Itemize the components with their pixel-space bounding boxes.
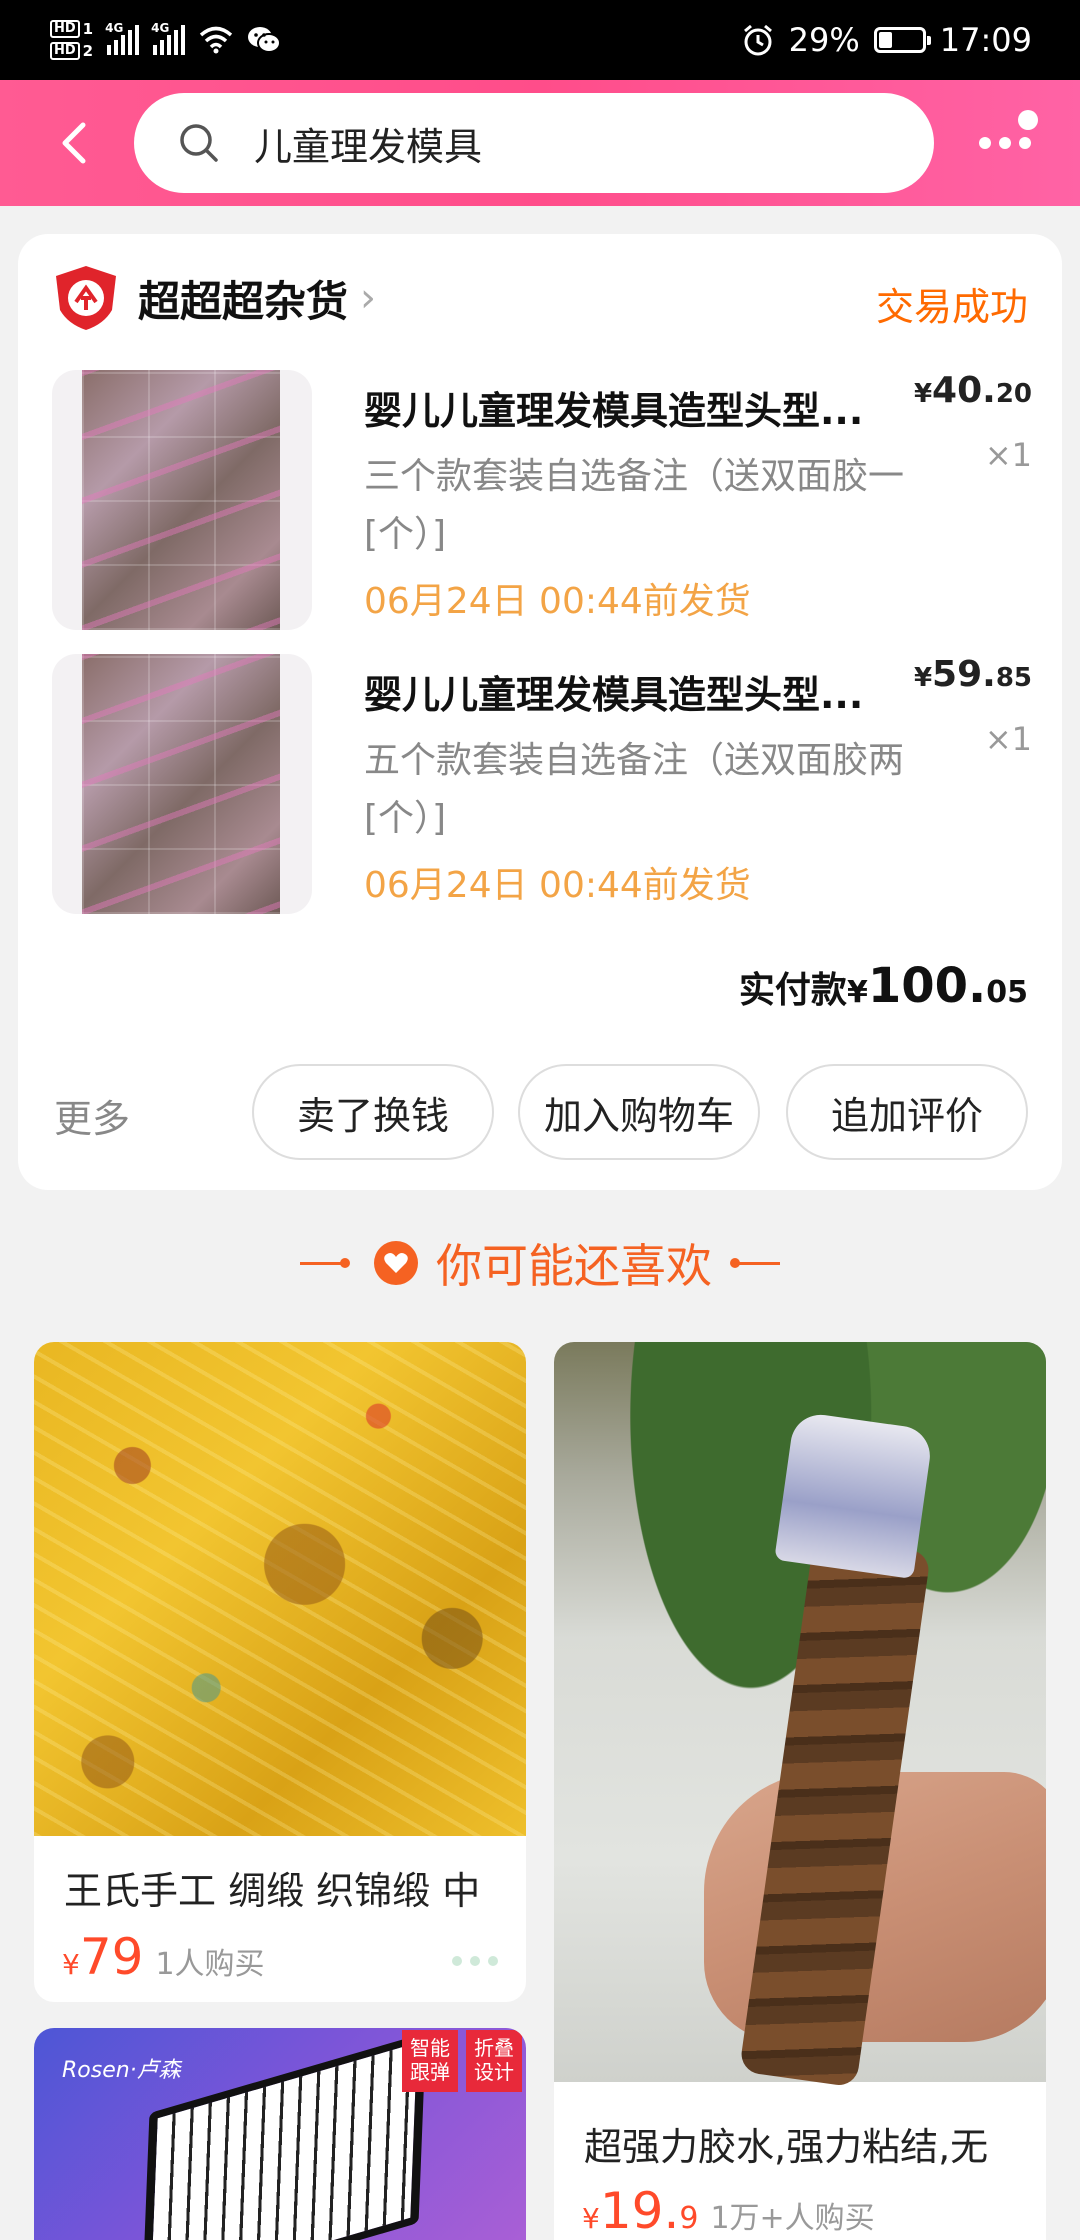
- hd-label-2: HD: [50, 42, 80, 60]
- heart-icon: [374, 1241, 418, 1285]
- network-type-2: 4G: [151, 21, 170, 35]
- sold-count: 1人购买: [155, 1947, 265, 1982]
- brand-logo: Rosen·卢森: [62, 2058, 181, 2083]
- status-right: 29% 17:09: [741, 21, 1032, 59]
- sold-count: 1万+人购买: [710, 2201, 875, 2236]
- product-title: 超强力胶水,强力粘结,无: [584, 2125, 989, 2169]
- divider-right: [730, 1257, 780, 1268]
- hd-indicator-2: HD 2: [50, 42, 93, 60]
- recommend-title: 你可能还喜欢: [436, 1239, 712, 1293]
- product-card[interactable]: 王氏手工 绸缎 织锦缎 中 ¥ 79 1人购买: [34, 1342, 526, 2002]
- piano-shape: [142, 2032, 426, 2240]
- item-qty: ×1: [984, 436, 1032, 474]
- signal-icon-1: 4G: [105, 21, 140, 55]
- item-price: ¥59.85: [914, 654, 1032, 695]
- price-symbol: ¥: [913, 663, 933, 693]
- more-dot: [979, 137, 991, 149]
- notification-dot-icon: [1018, 110, 1038, 130]
- chevron-left-icon: [62, 122, 86, 164]
- product-image[interactable]: [554, 1342, 1046, 2088]
- battery-percent: 29%: [788, 21, 860, 59]
- search-input[interactable]: 儿童理发模具: [134, 93, 934, 193]
- status-bar: HD 1 HD 2 4G 4G 29% 17:09: [0, 0, 1080, 80]
- divider-left: [300, 1257, 350, 1268]
- status-left: HD 1 HD 2 4G 4G: [50, 20, 282, 60]
- battery-icon: [873, 27, 931, 53]
- hd-num-2: 2: [82, 42, 94, 60]
- price-int: 19.: [599, 2182, 680, 2240]
- shop-badge-icon: [56, 266, 116, 330]
- back-button[interactable]: [38, 107, 110, 179]
- wechat-icon: [248, 27, 282, 53]
- add-to-cart-button[interactable]: 加入购物车: [518, 1064, 760, 1160]
- more-dots-icon[interactable]: [452, 1956, 498, 1966]
- paid-dec: 05: [986, 975, 1028, 1010]
- more-dot: [1019, 137, 1031, 149]
- item-ship-time: 06月24日 00:44前发货: [364, 581, 751, 622]
- item-title: 婴儿儿童理发模具造型头型...: [364, 389, 864, 433]
- hd-indicators: HD 1 HD 2: [50, 20, 93, 60]
- item-title: 婴儿儿童理发模具造型头型...: [364, 673, 864, 717]
- shop-link[interactable]: 超超超杂货 ›: [54, 264, 376, 332]
- product-thumbnail[interactable]: [52, 654, 312, 914]
- product-thumbnail[interactable]: [52, 370, 312, 630]
- search-icon: [180, 124, 218, 162]
- recommend-header: 你可能还喜欢: [0, 1230, 1080, 1296]
- order-item[interactable]: 婴儿儿童理发模具造型头型... 五个款套装自选备注（送双面胶两[个）] 06月2…: [52, 654, 1032, 918]
- product-image[interactable]: [34, 1342, 526, 1836]
- more-dot: [999, 137, 1011, 149]
- price-dec: 85: [995, 663, 1032, 693]
- order-status: 交易成功: [875, 285, 1028, 329]
- item-ship-time: 06月24日 00:44前发货: [364, 865, 751, 906]
- more-menu-button[interactable]: [970, 108, 1040, 178]
- paid-symbol: ¥: [846, 975, 868, 1010]
- product-title: 王氏手工 绸缎 织锦缎 中: [64, 1869, 481, 1913]
- header-bar: 儿童理发模具: [0, 80, 1080, 206]
- price-dec: 20: [995, 379, 1032, 409]
- product-card[interactable]: Rosen·卢森 智能跟弹 折叠设计: [34, 2028, 526, 2240]
- paid-int: 100.: [867, 958, 987, 1014]
- hd-indicator-1: HD 1: [50, 20, 93, 38]
- shop-name: 超超超杂货: [138, 276, 349, 326]
- price-int: 59.: [932, 654, 996, 695]
- feature-badge: 折叠设计: [466, 2030, 522, 2092]
- hd-label-1: HD: [50, 20, 80, 38]
- paid-total: 实付款 ¥ 100. 05: [739, 958, 1028, 1014]
- search-query: 儿童理发模具: [254, 124, 483, 169]
- price-symbol: ¥: [62, 1948, 80, 1981]
- item-price: ¥40.20: [914, 370, 1032, 411]
- price-symbol: ¥: [913, 379, 933, 409]
- price-int: 40.: [932, 370, 996, 411]
- order-card: 超超超杂货 › 交易成功 婴儿儿童理发模具造型头型... 三个款套装自选备注（送…: [18, 234, 1062, 1190]
- item-qty: ×1: [984, 720, 1032, 758]
- signal-icon-2: 4G: [151, 21, 186, 55]
- more-actions-link[interactable]: 更多: [54, 1088, 130, 1143]
- add-review-button[interactable]: 追加评价: [786, 1064, 1028, 1160]
- price-dec: 9: [679, 2201, 699, 2236]
- price-int: 79: [79, 1928, 144, 1986]
- feature-badge: 智能跟弹: [402, 2030, 458, 2092]
- product-price: ¥ 19. 9 1万+人购买: [582, 2182, 875, 2240]
- resell-button[interactable]: 卖了换钱: [252, 1064, 494, 1160]
- paid-label: 实付款: [738, 970, 847, 1011]
- price-symbol: ¥: [582, 2202, 600, 2235]
- chevron-right-icon: ›: [360, 275, 377, 321]
- hd-num-1: 1: [82, 20, 94, 38]
- wifi-icon: [199, 26, 233, 54]
- item-spec: 五个款套装自选备注（送双面胶两[个）]: [364, 740, 905, 839]
- order-item[interactable]: 婴儿儿童理发模具造型头型... 三个款套装自选备注（送双面胶一[个）] 06月2…: [52, 370, 1032, 634]
- alarm-icon: [743, 24, 772, 56]
- product-price: ¥ 79 1人购买: [62, 1928, 265, 1986]
- glue-cap-shape: [774, 1410, 934, 1580]
- product-card[interactable]: 超强力胶水,强力粘结,无 ¥ 19. 9 1万+人购买: [554, 1342, 1046, 2240]
- network-type-1: 4G: [105, 21, 124, 35]
- clock: 17:09: [939, 21, 1032, 59]
- item-spec: 三个款套装自选备注（送双面胶一[个）]: [364, 456, 905, 555]
